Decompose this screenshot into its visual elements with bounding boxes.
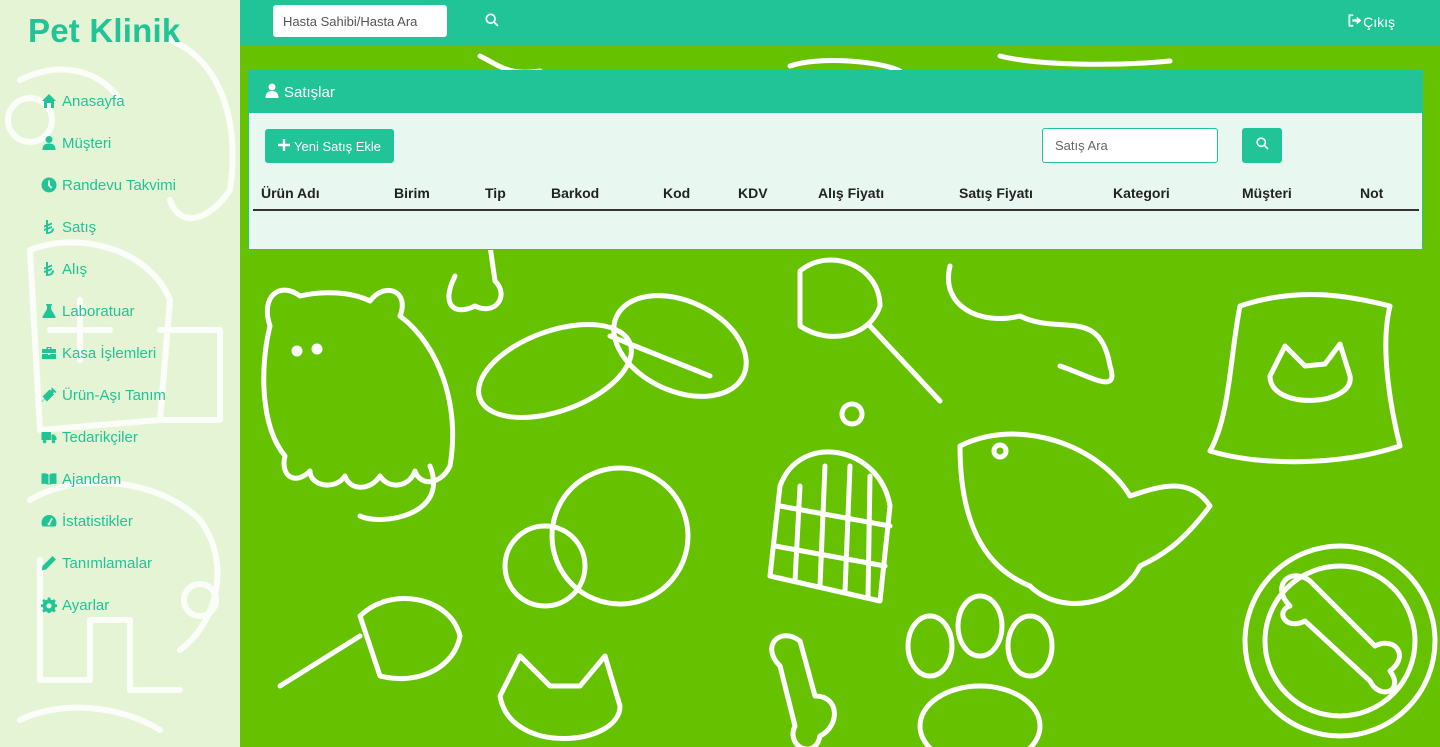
sidebar-item-label: Satış [62,218,97,236]
lira-icon [40,218,58,236]
sidebar-item-label: Randevu Takvimi [62,176,176,194]
syringe-icon [40,386,58,404]
sidebar-item-ajandam[interactable]: Ajandam [40,458,176,500]
sidebar: Pet Klinik Anasayfa Müşteri Randevu Takv… [0,0,240,747]
logout-link[interactable]: Çıkış [1348,14,1395,30]
sidebar-item-label: Laboratuar [62,302,135,320]
sidebar-item-anasayfa[interactable]: Anasayfa [40,80,176,122]
sign-out-icon [1348,14,1363,30]
sidebar-item-label: İstatistikler [62,512,133,530]
clock-icon [40,176,58,194]
sidebar-menu: Anasayfa Müşteri Randevu Takvimi Satış A… [40,80,176,626]
sidebar-item-label: Alış [62,260,88,278]
column-header-kod[interactable]: Kod [655,177,730,211]
patient-search-input[interactable] [273,5,447,37]
add-sale-label: Yeni Satış Ekle [294,138,381,154]
column-header-kdv[interactable]: KDV [730,177,810,211]
sidebar-item-satis[interactable]: Satış [40,206,176,248]
sale-search-input[interactable] [1042,128,1218,163]
panel-title: Satışlar [284,83,335,101]
sidebar-item-label: Müşteri [62,134,112,152]
search-icon [1255,136,1269,155]
sidebar-item-laboratuar[interactable]: Laboratuar [40,290,176,332]
column-header-birim[interactable]: Birim [386,177,477,211]
lira-icon [40,260,58,278]
column-header-tip[interactable]: Tip [477,177,543,211]
sales-table: Ürün Adı Birim Tip Barkod Kod KDV Alış F… [253,177,1419,211]
sidebar-item-istatistikler[interactable]: İstatistikler [40,500,176,542]
logout-label: Çıkış [1363,14,1395,30]
table-header-row: Ürün Adı Birim Tip Barkod Kod KDV Alış F… [253,177,1419,211]
sidebar-item-label: Kasa İşlemleri [62,344,157,362]
column-header-musteri[interactable]: Müşteri [1234,177,1352,211]
dashboard-icon [40,512,58,530]
sales-panel: Satışlar Yeni Satış Ekle Ürün Adı Birim … [248,70,1423,250]
column-header-not[interactable]: Not [1352,177,1419,211]
pencil-icon [40,554,58,572]
sidebar-item-tedarikciler[interactable]: Tedarikçiler [40,416,176,458]
sidebar-item-musteri[interactable]: Müşteri [40,122,176,164]
column-header-kategori[interactable]: Kategori [1105,177,1234,211]
search-icon [485,12,499,32]
sale-search-button[interactable] [1242,128,1282,163]
column-header-urun-adi[interactable]: Ürün Adı [253,177,386,211]
sidebar-item-randevu-takvimi[interactable]: Randevu Takvimi [40,164,176,206]
sidebar-item-ayarlar[interactable]: Ayarlar [40,584,176,626]
patient-search-button[interactable] [480,10,504,34]
brand-logo[interactable]: Pet Klinik [28,12,180,50]
book-icon [40,470,58,488]
sidebar-item-kasa-islemleri[interactable]: Kasa İşlemleri [40,332,176,374]
sidebar-item-label: Ayarlar [62,596,110,614]
gear-icon [40,596,58,614]
sidebar-item-tanimlamalar[interactable]: Tanımlamalar [40,542,176,584]
flask-icon [40,302,58,320]
sidebar-item-label: Anasayfa [62,92,125,110]
home-icon [40,92,58,110]
column-header-satis-fiyati[interactable]: Satış Fiyatı [951,177,1105,211]
sidebar-item-urun-asi-tanim[interactable]: Ürün-Aşı Tanım [40,374,176,416]
sidebar-item-label: Ajandam [62,470,122,488]
briefcase-icon [40,344,58,362]
top-navbar: Çıkış [240,0,1440,46]
sidebar-item-label: Ürün-Aşı Tanım [62,386,166,404]
table-header: Ürün Adı Birim Tip Barkod Kod KDV Alış F… [253,177,1419,211]
sidebar-item-label: Tanımlamalar [62,554,153,572]
panel-header: Satışlar [249,71,1422,113]
truck-icon [40,428,58,446]
user-icon [40,134,58,152]
sidebar-item-alis[interactable]: Alış [40,248,176,290]
column-header-barkod[interactable]: Barkod [543,177,655,211]
user-icon [265,83,284,102]
plus-icon [278,138,294,154]
sidebar-item-label: Tedarikçiler [62,428,138,446]
add-sale-button[interactable]: Yeni Satış Ekle [265,129,394,163]
column-header-alis-fiyati[interactable]: Alış Fiyatı [810,177,951,211]
